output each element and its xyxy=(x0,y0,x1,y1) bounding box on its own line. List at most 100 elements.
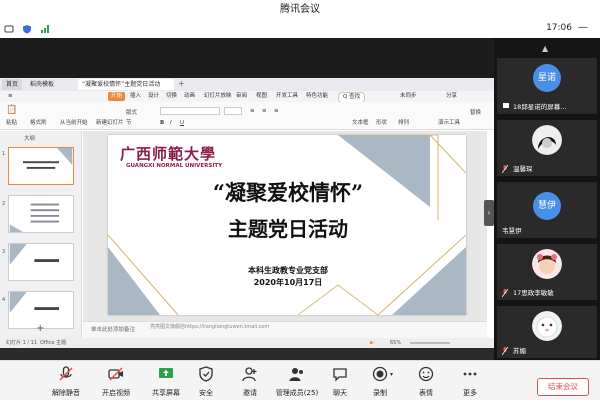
align-right-icon[interactable]: ≡ xyxy=(274,107,279,115)
menu-features[interactable]: 特色功能 xyxy=(306,92,328,101)
zoom-slider[interactable] xyxy=(410,342,450,344)
play-from-current-button[interactable]: 从当前开始 xyxy=(60,119,88,127)
message-icon xyxy=(4,25,14,33)
slide-title-line2: 主题党日活动 xyxy=(228,217,348,241)
mic-muted-icon xyxy=(502,165,508,173)
bold-icon[interactable]: B xyxy=(160,119,164,127)
tab-templates[interactable]: 稻壳模板 xyxy=(26,79,58,90)
collapse-panel-handle[interactable]: › xyxy=(484,200,494,226)
participant-name: 苏媚 xyxy=(513,347,526,355)
invite-icon xyxy=(242,367,257,382)
app-status-bar: 幻灯片 1 / 11 Office 主题 ▶ 65% xyxy=(0,338,494,348)
menu-file[interactable]: ≡ xyxy=(8,92,13,101)
align-center-icon[interactable]: ≡ xyxy=(262,107,267,115)
participant-tile[interactable]: 苏媚 xyxy=(497,306,597,358)
menu-transition[interactable]: 切换 xyxy=(166,92,177,101)
toolbar-label: 开启视频 xyxy=(102,389,130,397)
menu-view[interactable]: 视图 xyxy=(256,92,267,101)
sync-status[interactable]: 未同步 xyxy=(400,92,417,101)
font-size-selector[interactable] xyxy=(224,107,242,115)
university-logo-english: GUANGXI NORMAL UNIVERSITY xyxy=(126,163,223,169)
slide-organization: 本科生政教专业党支部 xyxy=(248,266,328,275)
shield-icon xyxy=(199,366,213,382)
presentation-tools-button[interactable]: 演示工具 xyxy=(438,119,460,127)
toolbar-label: 录制 xyxy=(373,389,387,397)
current-slide[interactable]: 广西师範大學 GUANGXI NORMAL UNIVERSITY “凝聚爱校情怀… xyxy=(108,135,466,315)
toolbar-label: 表情 xyxy=(419,389,433,397)
format-brush-button[interactable]: 格式刷 xyxy=(30,119,47,127)
menu-review[interactable]: 审阅 xyxy=(236,92,247,101)
slide-thumbnail[interactable] xyxy=(8,195,74,233)
align-left-icon[interactable]: ≡ xyxy=(250,107,255,115)
unmute-button[interactable]: 解除静音 xyxy=(44,361,88,401)
share-screen-button[interactable]: 共享屏幕 xyxy=(144,361,188,401)
participant-name: 温馨琛 xyxy=(513,165,533,173)
participant-tile[interactable]: 慧伊 韦慧伊 xyxy=(497,182,597,238)
participant-name: 韦慧伊 xyxy=(502,227,522,235)
toolbar-label: 安全 xyxy=(199,389,213,397)
clock: 17:06 xyxy=(546,23,572,33)
replace-button[interactable]: 替换 xyxy=(470,109,481,117)
notes-area[interactable]: 单击此处添加备注 xyxy=(83,321,487,338)
menu-start[interactable]: 开始 xyxy=(108,92,126,101)
security-button[interactable]: 安全 xyxy=(188,361,224,401)
play-icon[interactable]: ▶ xyxy=(370,340,374,346)
arrange-button[interactable]: 排列 xyxy=(398,119,409,127)
ribbon-menu: ≡ 开始 插入 设计 切换 动画 幻灯片放映 审阅 视图 开发工具 特色功能 Q… xyxy=(0,91,494,103)
underline-icon[interactable]: U xyxy=(180,119,184,127)
participant-tile[interactable]: 温馨琛 xyxy=(497,120,597,176)
section-button[interactable]: 节 xyxy=(126,119,132,127)
emoji-icon xyxy=(418,366,434,382)
manage-members-button[interactable]: 管理成员(25) xyxy=(272,361,322,401)
tab-current-document[interactable]: “凝聚爱校情怀”主题党日活动 xyxy=(78,79,174,90)
layout-button[interactable]: 版式 xyxy=(126,109,137,117)
italic-icon[interactable]: I xyxy=(170,119,172,127)
new-slide-button[interactable]: 新建幻灯片 xyxy=(96,119,124,127)
outline-tab[interactable]: 大纲 xyxy=(24,134,35,142)
paste-button[interactable]: 粘贴 xyxy=(6,119,17,127)
toolbar-label: 聊天 xyxy=(333,389,347,397)
status-bar: 17:06 — xyxy=(0,20,600,38)
university-logo: 广西师範大學 xyxy=(120,145,217,163)
paste-icon[interactable]: 📋 xyxy=(6,106,17,115)
participant-tile[interactable]: 17思政李敏敏 xyxy=(497,244,597,300)
new-tab-icon[interactable]: + xyxy=(178,79,185,88)
menu-insert[interactable]: 插入 xyxy=(130,92,141,101)
shape-button[interactable]: 形状 xyxy=(376,119,387,127)
slide-thumbnail[interactable] xyxy=(8,243,74,281)
minimize-icon[interactable]: — xyxy=(578,22,588,33)
chat-button[interactable]: 聊天 xyxy=(322,361,358,401)
menu-slideshow[interactable]: 幻灯片放映 xyxy=(204,92,232,101)
signal-icon xyxy=(41,25,49,33)
menu-animation[interactable]: 动画 xyxy=(184,92,195,101)
tab-home[interactable]: 首页 xyxy=(2,79,23,90)
menu-dev-tools[interactable]: 开发工具 xyxy=(276,92,298,101)
meeting-toolbar: 解除静音 开启视频 共享屏幕 安全 邀请 管理成员(25) 聊天 录制 ▾ 表情… xyxy=(0,360,600,400)
more-button[interactable]: 更多 xyxy=(452,361,488,401)
thumb-number: 3 xyxy=(2,249,6,255)
more-icon xyxy=(463,372,477,376)
watermark-url: 亮亮图文旗舰店https://liangliangtuwen.tmall.com xyxy=(150,324,270,330)
slide-thumbnail[interactable] xyxy=(8,147,74,185)
toolbar-label: 更多 xyxy=(463,389,477,397)
record-options-icon[interactable]: ▾ xyxy=(390,371,393,378)
share-button[interactable]: 分享 xyxy=(446,92,457,101)
toolbar-label: 共享屏幕 xyxy=(152,389,180,397)
font-selector[interactable] xyxy=(160,107,220,115)
zoom-level[interactable]: 65% xyxy=(390,340,401,346)
participant-tile[interactable]: 星诺 18邱星诺的屏幕... xyxy=(497,58,597,114)
textbox-button[interactable]: 文本框 xyxy=(352,119,369,127)
menu-design[interactable]: 设计 xyxy=(148,92,159,101)
record-button[interactable]: 录制 xyxy=(362,361,398,401)
invite-button[interactable]: 邀请 xyxy=(232,361,268,401)
avatar: 星诺 xyxy=(533,64,561,92)
thumb-number: 2 xyxy=(2,201,6,207)
start-video-button[interactable]: 开启视频 xyxy=(94,361,138,401)
record-icon xyxy=(372,366,388,382)
emoji-button[interactable]: 表情 xyxy=(408,361,444,401)
camera-off-icon xyxy=(108,367,123,381)
end-meeting-button[interactable]: 结束会议 xyxy=(537,378,589,396)
add-slide-icon[interactable]: + xyxy=(36,323,44,334)
scroll-up-icon[interactable]: ▲ xyxy=(542,44,548,53)
toolbar-label: 解除静音 xyxy=(52,389,80,397)
